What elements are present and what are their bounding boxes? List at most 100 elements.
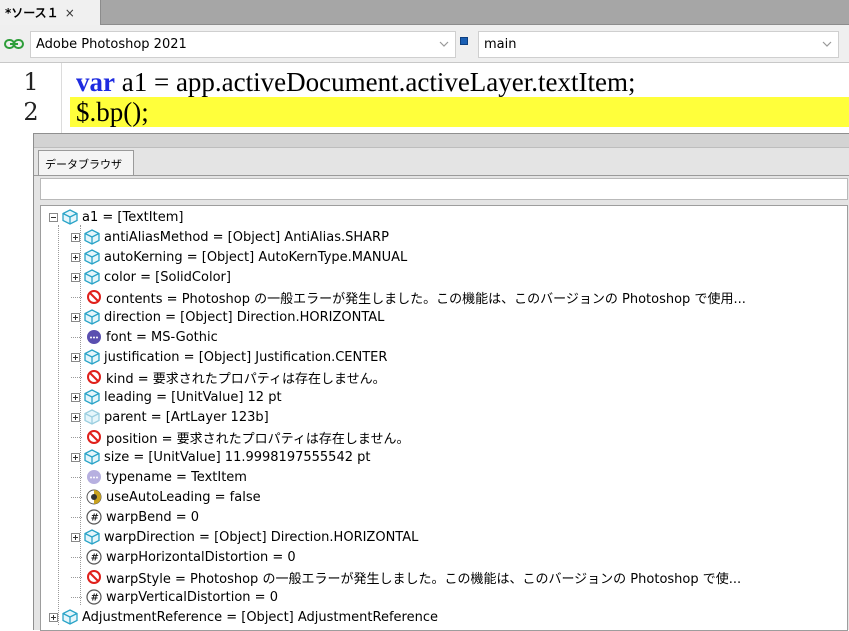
tree-item[interactable]: warpDirection = [Object] Direction.HORIZ… (71, 527, 418, 547)
tree-item-label: typename = TextItem (106, 469, 247, 485)
tree-item-label: autoKerning = [Object] AutoKernType.MANU… (104, 249, 408, 265)
tree-item-label: direction = [Object] Direction.HORIZONTA… (104, 309, 385, 325)
line-number: 2 (23, 98, 39, 126)
target-application-value: Adobe Photoshop 2021 (36, 37, 187, 52)
target-bar: Adobe Photoshop 2021 main (0, 25, 849, 63)
tree-item[interactable]: size = [UnitValue] 11.9998197555542 pt (71, 447, 370, 467)
close-icon[interactable]: × (65, 6, 75, 20)
tree-item-label: antiAliasMethod = [Object] AntiAlias.SHA… (104, 229, 389, 245)
expand-icon[interactable] (71, 452, 80, 462)
tree-item-label: a1 = [TextItem] (82, 209, 184, 225)
object-icon (84, 449, 100, 465)
tree-item-label: warpStyle = Photoshop の一般エラーが発生しました。この機能… (106, 571, 742, 587)
string-faded-icon (86, 469, 102, 485)
boolean-icon (86, 489, 102, 505)
tree-connector (71, 516, 82, 518)
tree-item-adjustment-reference[interactable]: AdjustmentReference = [Object] Adjustmen… (49, 607, 438, 627)
expand-icon[interactable] (71, 252, 80, 262)
tree-item[interactable]: font = MS-Gothic (71, 327, 218, 347)
number-icon: # (86, 589, 102, 605)
expand-icon[interactable] (71, 232, 80, 242)
object-icon (84, 249, 100, 265)
code-line-2-breakpoint[interactable]: $.bp(); (70, 97, 849, 127)
tree-item-label: warpDirection = [Object] Direction.HORIZ… (104, 529, 419, 545)
tree-item-label: font = MS-Gothic (106, 329, 218, 345)
tree-item-label: useAutoLeading = false (106, 489, 261, 505)
object-icon (62, 609, 78, 625)
object-icon (84, 229, 100, 245)
tree-item[interactable]: # warpBend = 0 (71, 507, 199, 527)
svg-text:#: # (91, 553, 99, 564)
object-icon (84, 389, 100, 405)
tree-item[interactable]: # warpHorizontalDistortion = 0 (71, 547, 296, 567)
string-icon (86, 329, 102, 345)
object-icon (84, 349, 100, 365)
tab-source-1[interactable]: *ソース１ × (0, 0, 101, 25)
tree-item[interactable]: useAutoLeading = false (71, 487, 261, 507)
code-line-1[interactable]: var a1 = app.activeDocument.activeLayer.… (70, 67, 849, 97)
tree-item[interactable]: parent = [ArtLayer 123b] (71, 407, 269, 427)
object-faded-icon (84, 409, 100, 425)
number-icon: # (86, 509, 102, 525)
object-icon (62, 209, 78, 225)
object-icon (84, 529, 100, 545)
error-icon (86, 289, 102, 305)
tree-item-label: leading = [UnitValue] 12 pt (104, 389, 282, 405)
error-icon (86, 369, 102, 385)
tree-item[interactable]: justification = [Object] Justification.C… (71, 347, 387, 367)
code-keyword: var (76, 67, 115, 97)
tree-item-label: parent = [ArtLayer 123b] (104, 409, 269, 425)
tree-item[interactable]: typename = TextItem (71, 467, 247, 487)
tree-item[interactable]: # warpVerticalDistortion = 0 (71, 587, 278, 607)
tree-item[interactable]: leading = [UnitValue] 12 pt (71, 387, 282, 407)
panel-title-bar (34, 134, 849, 148)
tree-item-label: size = [UnitValue] 11.9998197555542 pt (104, 449, 371, 465)
tree-item-label: color = [SolidColor] (104, 269, 231, 285)
engine-icon (460, 37, 468, 45)
error-icon (86, 569, 102, 585)
line-number-gutter: 1 2 (0, 63, 62, 133)
collapse-icon[interactable] (49, 212, 58, 222)
code-text: $.bp(); (76, 97, 149, 127)
expand-icon[interactable] (71, 312, 80, 322)
panel-tab-label: データブラウザ (45, 157, 122, 171)
expand-icon[interactable] (71, 532, 80, 542)
tree-connector (71, 436, 82, 438)
tree-item[interactable]: color = [SolidColor] (71, 267, 231, 287)
expand-icon[interactable] (71, 352, 80, 362)
object-icon (84, 269, 100, 285)
tree-item-label: position = 要求されたプロパティは存在しません。 (106, 431, 410, 447)
tree-item[interactable]: direction = [Object] Direction.HORIZONTA… (71, 307, 384, 327)
svg-text:#: # (91, 513, 99, 524)
tree-item[interactable]: warpStyle = Photoshop の一般エラーが発生しました。この機能… (71, 567, 741, 587)
tree-item[interactable]: kind = 要求されたプロパティは存在しません。 (71, 367, 386, 387)
code-editor[interactable]: 1 2 var a1 = app.activeDocument.activeLa… (0, 63, 849, 133)
svg-text:#: # (91, 593, 99, 604)
expand-icon[interactable] (71, 392, 80, 402)
error-icon (86, 429, 102, 445)
expand-icon[interactable] (71, 272, 80, 282)
chevron-down-icon (439, 41, 449, 47)
tree-item-label: contents = Photoshop の一般エラーが発生しました。この機能は… (106, 291, 746, 307)
target-application-select[interactable]: Adobe Photoshop 2021 (30, 31, 456, 58)
tree-item-label: AdjustmentReference = [Object] Adjustmen… (82, 609, 438, 625)
tree-item[interactable]: contents = Photoshop の一般エラーが発生しました。この機能は… (71, 287, 746, 307)
expand-icon[interactable] (49, 612, 58, 622)
variable-tree[interactable]: a1 = [TextItem] antiAliasMethod = [Objec… (40, 205, 848, 631)
tree-item[interactable]: autoKerning = [Object] AutoKernType.MANU… (71, 247, 407, 267)
expand-icon[interactable] (71, 412, 80, 422)
tree-item[interactable]: antiAliasMethod = [Object] AntiAlias.SHA… (71, 227, 389, 247)
tree-connector (71, 336, 82, 338)
link-icon[interactable] (4, 38, 24, 50)
tree-item-label: warpVerticalDistortion = 0 (106, 589, 278, 605)
target-engine-select[interactable]: main (478, 31, 839, 58)
tab-data-browser[interactable]: データブラウザ (38, 150, 134, 176)
filter-input[interactable] (40, 178, 848, 200)
chevron-down-icon (822, 41, 832, 47)
object-icon (84, 309, 100, 325)
tree-item-label: warpHorizontalDistortion = 0 (106, 549, 296, 565)
tree-root-item[interactable]: a1 = [TextItem] (49, 207, 183, 227)
code-text: a1 = app.activeDocument.activeLayer.text… (114, 67, 636, 97)
tree-item[interactable]: position = 要求されたプロパティは存在しません。 (71, 427, 409, 447)
tree-connector (58, 225, 59, 625)
